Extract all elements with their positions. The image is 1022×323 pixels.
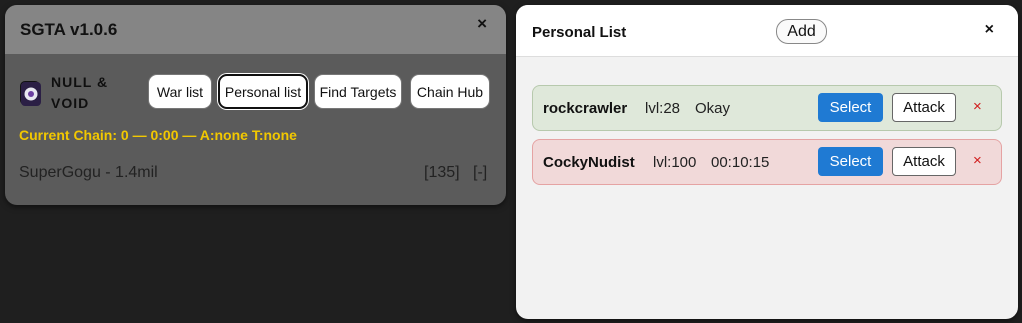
tab-chain-hub[interactable]: Chain Hub bbox=[410, 74, 490, 109]
target-name: rockcrawler bbox=[543, 100, 628, 117]
war-target-count: [135] bbox=[424, 164, 460, 181]
personal-list-close-button[interactable]: × bbox=[985, 21, 994, 39]
war-target-remove-button[interactable]: [-] bbox=[473, 164, 487, 182]
attack-button[interactable]: Attack bbox=[892, 147, 956, 176]
select-button[interactable]: Select bbox=[818, 93, 883, 122]
tab-war-list[interactable]: War list bbox=[148, 74, 212, 109]
sgta-title: SGTA v1.0.6 bbox=[20, 20, 118, 39]
personal-list-title: Personal List bbox=[532, 24, 627, 41]
target-level: lvl:100 bbox=[653, 154, 697, 171]
target-card: CockyNudist lvl:100 00:10:15 Select Atta… bbox=[532, 139, 1002, 185]
attack-button[interactable]: Attack bbox=[892, 93, 956, 122]
add-target-button[interactable]: Add bbox=[776, 19, 827, 44]
faction-name: NULL & VOID bbox=[51, 74, 109, 111]
sgta-close-button[interactable]: × bbox=[477, 14, 487, 34]
sgta-header: SGTA v1.0.6 × bbox=[5, 5, 506, 54]
tab-personal-list[interactable]: Personal list bbox=[218, 74, 308, 109]
personal-list-header: Personal List Add × bbox=[516, 5, 1018, 57]
select-button[interactable]: Select bbox=[818, 147, 883, 176]
target-status: 00:10:15 bbox=[711, 154, 770, 171]
war-target-name: SuperGogu - 1.4mil bbox=[19, 164, 158, 181]
faction-logo-icon bbox=[20, 81, 41, 106]
target-name: CockyNudist bbox=[543, 154, 635, 171]
remove-target-button[interactable]: × bbox=[973, 152, 982, 169]
tab-find-targets[interactable]: Find Targets bbox=[314, 74, 402, 109]
sgta-panel: SGTA v1.0.6 × NULL & VOID War list Perso… bbox=[5, 5, 506, 205]
chain-status: Current Chain: 0 — 0:00 — A:none T:none bbox=[19, 127, 297, 143]
remove-target-button[interactable]: × bbox=[973, 98, 982, 115]
personal-list-panel: Personal List Add × rockcrawler lvl:28 O… bbox=[516, 5, 1018, 319]
target-status: Okay bbox=[695, 100, 731, 117]
target-card: rockcrawler lvl:28 Okay Select Attack × bbox=[532, 85, 1002, 131]
target-level: lvl:28 bbox=[645, 100, 681, 117]
